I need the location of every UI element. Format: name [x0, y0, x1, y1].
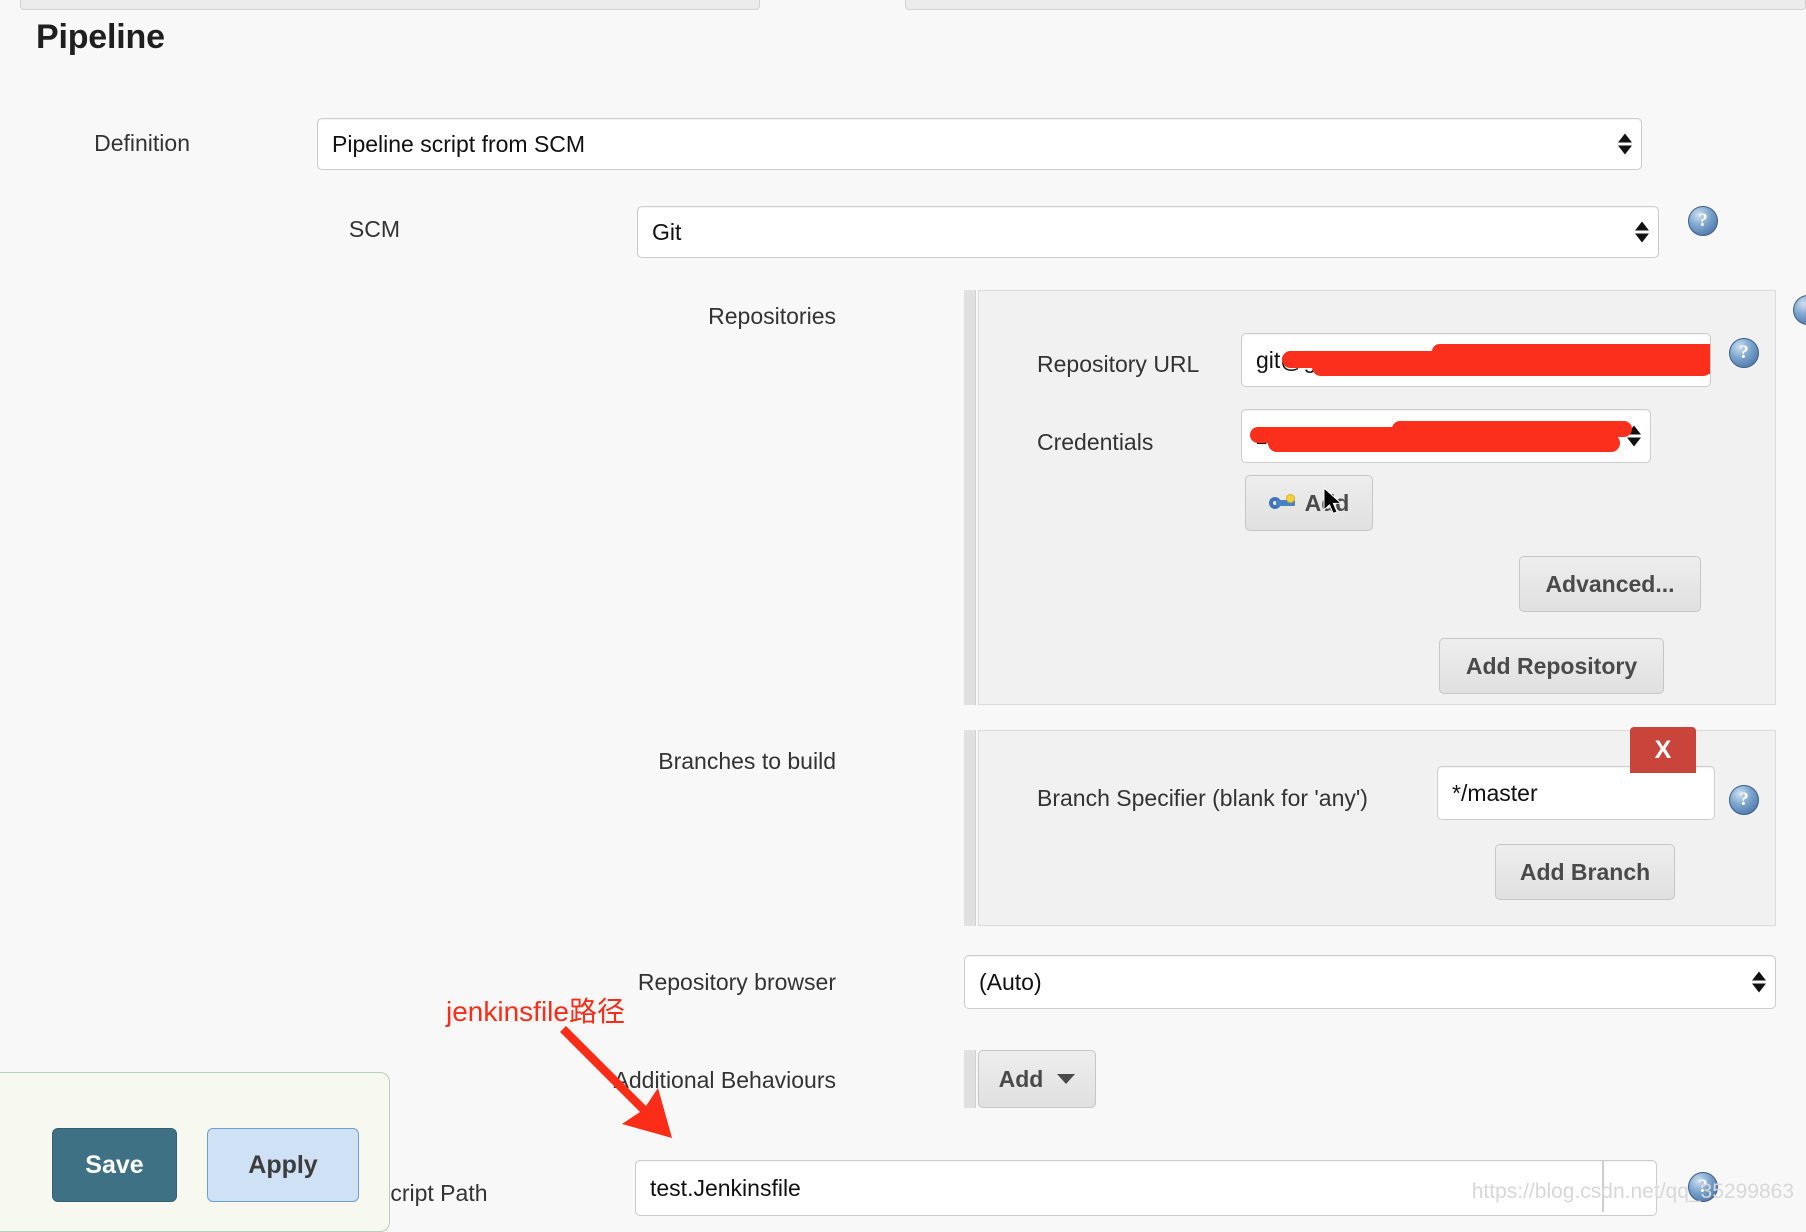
delete-branch-button[interactable]: X: [1630, 727, 1696, 773]
chevron-updown-icon: [1635, 221, 1649, 243]
top-panel-right-cutoff: [905, 0, 1806, 10]
branches-drag-handle[interactable]: [964, 730, 976, 926]
repositories-help-icon-cutoff[interactable]: [1793, 295, 1806, 325]
branch-specifier-label: Branch Specifier (blank for 'any'): [1037, 785, 1368, 811]
top-cutoff-strip: [0, 0, 1806, 14]
scm-label: SCM: [348, 216, 400, 242]
repositories-drag-handle[interactable]: [964, 290, 976, 705]
chevron-updown-icon: [1618, 133, 1632, 155]
save-button[interactable]: Save: [52, 1128, 177, 1202]
additional-behaviours-add-label: Add: [998, 1065, 1044, 1092]
definition-label: Definition: [94, 130, 190, 156]
top-panel-left-cutoff: [20, 0, 760, 10]
branch-specifier-input[interactable]: */master: [1437, 766, 1715, 820]
chevron-down-icon: [1057, 1074, 1076, 1084]
add-repository-button[interactable]: Add Repository: [1439, 638, 1664, 694]
additional-behaviours-label: Additional Behaviours: [613, 1067, 836, 1093]
repository-browser-value: (Auto): [979, 968, 1042, 995]
repository-url-value: git@gitlab.xxxxx.com.wangxxxxx/SL: [1256, 346, 1626, 373]
add-credentials-button[interactable]: Add: [1245, 475, 1373, 531]
branch-specifier-value: */master: [1452, 779, 1538, 806]
key-icon: [1268, 494, 1295, 512]
branches-label: Branches to build: [658, 748, 836, 774]
annotation-label: jenkinsfile路径: [446, 996, 625, 1027]
repositories-label: Repositories: [708, 303, 836, 329]
watermark-text: https://blog.csdn.net/qq_35299863: [1471, 1180, 1794, 1203]
scm-help-icon[interactable]: ?: [1688, 206, 1718, 236]
repository-url-label: Repository URL: [1037, 351, 1200, 377]
apply-button[interactable]: Apply: [207, 1128, 359, 1202]
additional-behaviours-drag-handle[interactable]: [964, 1050, 976, 1108]
additional-behaviours-add-button[interactable]: Add: [978, 1050, 1096, 1108]
repository-browser-select[interactable]: (Auto): [964, 955, 1776, 1009]
chevron-updown-icon: [1752, 971, 1766, 993]
credentials-select[interactable]: zhanglixxxxx xxxxx: [1241, 409, 1651, 463]
credentials-value: zhanglixxxxx xxxxx: [1256, 422, 1451, 449]
repository-url-input[interactable]: git@gitlab.xxxxx.com.wangxxxxx/SL: [1241, 333, 1711, 387]
branch-specifier-help-icon[interactable]: ?: [1729, 785, 1759, 815]
repository-url-help-icon[interactable]: ?: [1729, 338, 1759, 368]
add-credentials-label: Add: [1304, 489, 1350, 516]
credentials-label: Credentials: [1037, 429, 1154, 455]
chevron-updown-icon: [1627, 425, 1641, 447]
advanced-button[interactable]: Advanced...: [1519, 556, 1701, 612]
add-branch-button[interactable]: Add Branch: [1495, 844, 1675, 900]
definition-select-value: Pipeline script from SCM: [332, 130, 586, 157]
script-path-label: Script Path: [375, 1180, 488, 1206]
scm-select[interactable]: Git: [637, 206, 1659, 258]
repositories-block: Repository URL git@gitlab.xxxxx.com.wang…: [978, 290, 1776, 705]
script-path-value: test.Jenkinsfile: [650, 1174, 801, 1201]
page-title: Pipeline: [36, 18, 165, 56]
scm-select-value: Git: [652, 218, 682, 245]
definition-select[interactable]: Pipeline script from SCM: [317, 118, 1642, 170]
